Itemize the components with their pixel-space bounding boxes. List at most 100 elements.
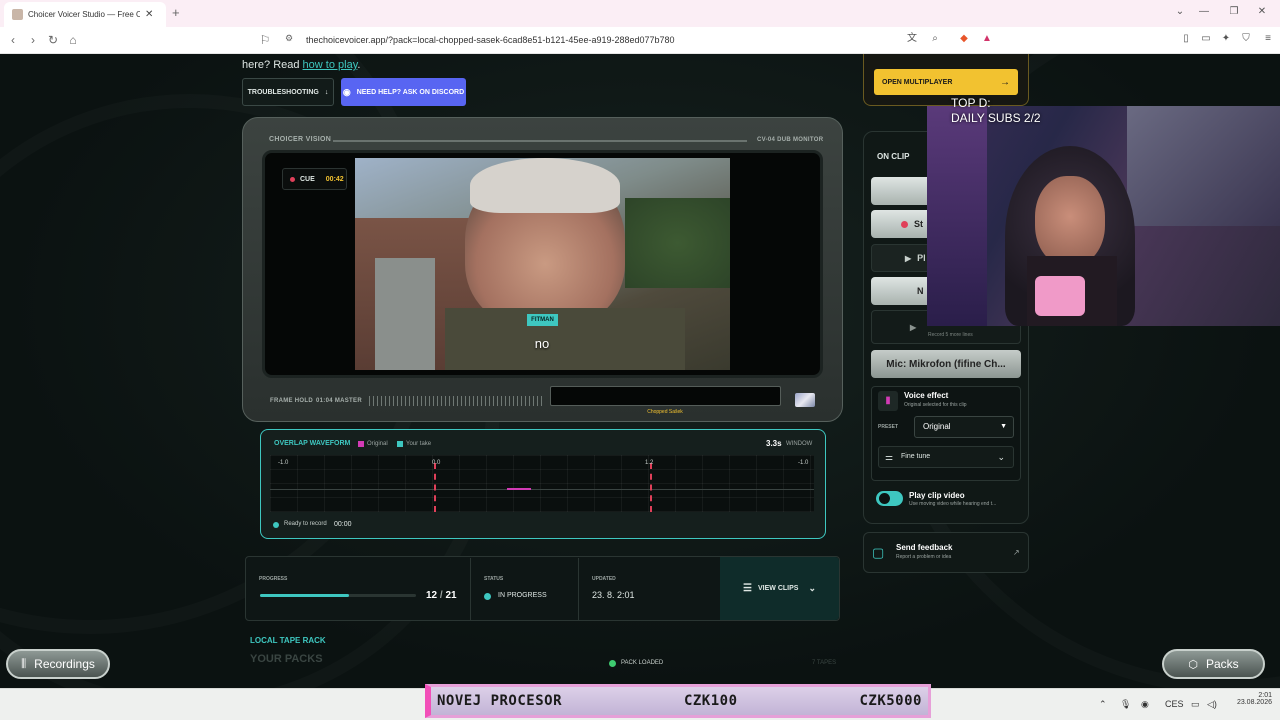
progress-total: 21 <box>445 590 457 601</box>
ticker-item: CZK100 <box>683 693 738 709</box>
legend-take: Your take <box>406 441 432 447</box>
pink-object-image <box>1035 276 1085 316</box>
next-label: N <box>917 286 924 296</box>
leo-ai-icon[interactable]: ✦ <box>1220 33 1232 45</box>
waveform-canvas[interactable] <box>270 455 814 512</box>
shirt-image <box>445 308 685 370</box>
voice-effect-icon: ▮ <box>878 391 898 411</box>
open-multiplayer-button[interactable]: OPEN MULTIPLAYER → <box>874 69 1018 95</box>
maximize-icon[interactable]: ❐ <box>1226 6 1242 17</box>
home-icon[interactable]: ⌂ <box>66 33 80 47</box>
vpn-icon[interactable]: ⛉ <box>1240 33 1252 45</box>
waveform-grid <box>270 455 814 512</box>
webcam-text-line1: TOP D: <box>951 96 991 110</box>
url-field[interactable]: thechoicevoicer.app/?pack=local-chopped-… <box>290 29 890 51</box>
closet-image <box>927 106 987 326</box>
cap-image <box>470 158 620 213</box>
tape-thumbnail[interactable] <box>795 393 815 407</box>
troubleshooting-button[interactable]: TROUBLESHOOTING ↓ <box>242 78 334 106</box>
tab-title: Choicer Voicer Studio — Free Online <box>28 10 140 19</box>
new-tab-icon[interactable]: + <box>172 5 180 20</box>
recordings-button[interactable]: ⫼ Recordings <box>6 649 110 679</box>
switch-knob <box>879 493 890 504</box>
legend-original-swatch <box>358 441 364 447</box>
menu-icon[interactable]: ≡ <box>1262 33 1274 45</box>
mic-select[interactable]: Mic: Mikrofon (fifine Ch... <box>871 350 1021 378</box>
stream-ticker: NOVEJ PROCESOR CZK100 CZK5000 <box>425 684 931 718</box>
tape-ticks <box>369 396 544 406</box>
stop-label: St <box>914 219 923 229</box>
tapes-count: 7 TAPES <box>812 660 837 666</box>
play-clip-switch[interactable] <box>876 491 903 506</box>
brave-shield-icon[interactable]: ◆ <box>958 33 970 45</box>
preset-value: Original <box>923 422 951 431</box>
speaker-icon[interactable]: ◁) <box>1207 699 1217 710</box>
marker-start <box>434 463 436 512</box>
tray-expand-icon[interactable]: ⌃ <box>1099 699 1107 710</box>
arrow-right-icon: → <box>1000 76 1010 88</box>
rewards-icon[interactable]: ▲ <box>981 33 993 45</box>
clock[interactable]: 2:01 23.08.2026 <box>1224 692 1272 706</box>
progress-fill <box>260 594 350 597</box>
keyboard-language[interactable]: CES <box>1165 699 1184 709</box>
subtitle-text: no <box>534 336 550 351</box>
status-dot-icon <box>484 593 491 600</box>
monitor-brand: CHOICER VISION <box>269 136 332 143</box>
discord-icon: ◉ <box>342 86 351 97</box>
minimize-icon[interactable]: — <box>1196 6 1212 17</box>
feedback-sub: Report a problem or idea <box>896 554 952 560</box>
divider <box>578 558 579 620</box>
wallet-icon[interactable]: ▭ <box>1200 33 1212 45</box>
open-multiplayer-label: OPEN MULTIPLAYER <box>882 78 953 86</box>
bookmark-icon[interactable]: ⚐ <box>258 33 272 47</box>
chat-icon: ▢ <box>872 545 885 560</box>
status-label: STATUS <box>484 576 504 582</box>
play-icon: ▶ <box>905 253 912 263</box>
zoom-icon[interactable]: ⌕ <box>929 33 941 45</box>
back-icon[interactable]: ‹ <box>6 33 20 47</box>
record-dot-icon <box>290 176 295 182</box>
reload-icon[interactable]: ↻ <box>46 33 60 47</box>
pack-name-label: Chopped Sašek <box>647 409 683 415</box>
clock-time: 2:01 <box>1258 692 1272 699</box>
master-label: 01:04 MASTER <box>316 398 362 404</box>
waveform-baseline <box>270 489 814 490</box>
chevron-down-icon: ⌄ <box>997 452 1005 462</box>
discord-help-button[interactable]: ◉ NEED HELP? ASK ON DISCORD <box>341 78 466 106</box>
ticker-item: CZK5000 <box>859 693 922 709</box>
close-window-icon[interactable]: ✕ <box>1254 6 1270 17</box>
close-tab-icon[interactable]: ✕ <box>145 9 153 20</box>
how-to-play-link[interactable]: how to play <box>303 59 358 71</box>
send-feedback-card[interactable] <box>863 532 1029 573</box>
sidebar-icon[interactable]: ▯ <box>1180 33 1192 45</box>
tape-rack-label: LOCAL TAPE RACK <box>250 636 326 645</box>
microphone-icon[interactable]: 🎙 <box>1120 699 1131 710</box>
updated-value: 23. 8. 2:01 <box>592 590 635 600</box>
cue-time: 00:42 <box>325 175 344 183</box>
record-dot-icon <box>901 220 908 228</box>
pack-loaded-dot-icon <box>609 660 616 667</box>
play-clip-title: Play clip video <box>909 491 965 500</box>
monitor-icon[interactable]: ▭ <box>1191 699 1200 710</box>
wall-panels-image <box>1127 106 1280 226</box>
tab-list-icon[interactable]: ⌄ <box>1172 6 1188 17</box>
tray-app-icon[interactable]: ◉ <box>1141 699 1149 710</box>
view-clips-button[interactable]: ☰ VIEW CLIPS ⌄ <box>720 557 839 620</box>
translate-icon[interactable]: 文 <box>906 33 918 45</box>
window-label: WINDOW <box>786 441 813 447</box>
packs-label: Packs <box>1205 657 1239 671</box>
caret-down-icon: ▼ <box>1000 423 1007 430</box>
fine-tune-label: Fine tune <box>901 453 931 460</box>
browser-tab-bar: Choicer Voicer Studio — Free Online ✕ + … <box>0 0 1280 27</box>
tape-slot[interactable] <box>550 386 781 406</box>
original-waveform-segment <box>507 488 531 490</box>
packs-button[interactable]: ⬡ Packs <box>1162 649 1265 679</box>
on-clip-header: ON CLIP <box>877 152 910 161</box>
preset-select[interactable]: Original ▼ <box>914 416 1014 438</box>
browser-tab[interactable]: Choicer Voicer Studio — Free Online ✕ <box>4 2 166 27</box>
divider <box>470 558 471 620</box>
intro-text: here? Read how to play. <box>242 59 360 71</box>
legend-take-swatch <box>397 441 403 447</box>
fine-tune-toggle[interactable]: ⚌ Fine tune ⌄ <box>878 446 1014 468</box>
forward-icon[interactable]: › <box>26 33 40 47</box>
